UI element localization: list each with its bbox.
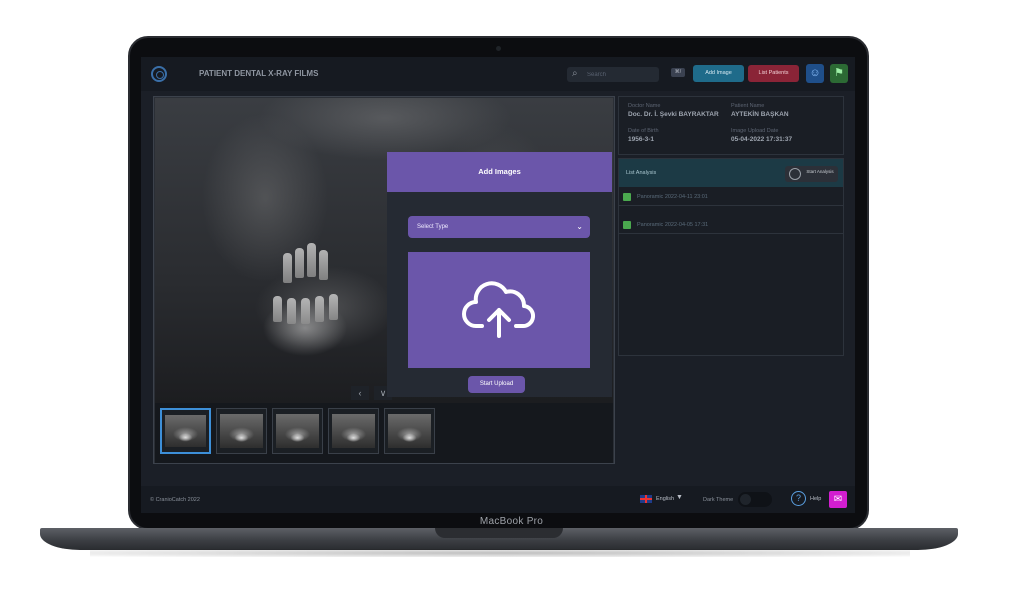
analysis-row-label: Panoramic 2022-04-11 23:01 <box>637 194 708 200</box>
analysis-row[interactable]: Panoramic 2022-04-11 23:01 <box>619 189 843 206</box>
language-selector[interactable]: English <box>656 496 674 502</box>
select-type-dropdown[interactable]: Select Type ⌄ <box>408 216 590 238</box>
analysis-title: List Analysis <box>626 170 657 176</box>
user-icon[interactable]: ☺ <box>806 64 824 83</box>
chevron-down-icon: ⌄ <box>576 222 583 231</box>
top-bar: PATIENT DENTAL X-RAY FILMS ⌕ ⌘/ Add Imag… <box>141 57 855 91</box>
thumbnail-image <box>332 414 375 448</box>
xray-tooth <box>319 250 328 280</box>
analysis-header: List Analysis Start Analysis <box>619 159 843 187</box>
footer: © CranioCatch 2022 English ▼ Dark Theme … <box>141 486 855 513</box>
upload-date-label: Image Upload Date <box>731 128 779 134</box>
status-ok-icon <box>623 193 631 201</box>
mail-icon[interactable]: ✉ <box>829 491 847 508</box>
dob-label: Date of Birth <box>628 128 659 134</box>
patient-name: AYTEKİN BAŞKAN <box>731 111 789 118</box>
thumbnail-image <box>220 414 263 448</box>
search-icon: ⌕ <box>572 68 578 79</box>
help-label[interactable]: Help <box>810 496 821 502</box>
language-chevron-icon[interactable]: ▼ <box>676 494 683 501</box>
start-analysis-button[interactable]: Start Analysis <box>785 166 838 182</box>
page-title: PATIENT DENTAL X-RAY FILMS <box>199 69 319 78</box>
search-input[interactable] <box>587 69 657 80</box>
thumbnail-image <box>388 414 431 448</box>
start-upload-label: Start Upload <box>479 381 514 387</box>
analysis-panel: List Analysis Start Analysis Panoramic 2… <box>618 158 844 356</box>
thumbnail[interactable] <box>216 408 267 454</box>
doctor-name-label: Doctor Name <box>628 103 661 109</box>
laptop-shadow <box>90 549 910 557</box>
upload-dropzone[interactable] <box>408 252 590 368</box>
thumbnail[interactable] <box>384 408 435 454</box>
previous-image-button[interactable]: ‹ <box>351 386 369 400</box>
xray-tooth <box>301 298 310 324</box>
analysis-row-label: Panoramic 2022-04-05 17:31 <box>637 222 709 228</box>
uk-flag-icon <box>640 495 652 503</box>
add-image-label: Add Image <box>705 70 732 76</box>
xray-tooth <box>283 253 292 283</box>
modal-title: Add Images <box>387 152 612 192</box>
xray-tooth <box>295 248 304 278</box>
bell-icon[interactable]: ⚑ <box>830 64 848 83</box>
device-brand: MacBook Pro <box>479 516 544 527</box>
dob-value: 1956-3-1 <box>628 136 655 143</box>
dark-theme-label: Dark Theme <box>703 497 734 503</box>
help-icon[interactable]: ? <box>791 491 806 506</box>
patient-name-label: Patient Name <box>731 103 765 109</box>
add-images-modal: Add Images Select Type ⌄ Start Upload <box>387 152 612 397</box>
thumbnail-image <box>276 414 319 448</box>
add-image-button[interactable]: Add Image <box>693 65 744 82</box>
thumbnail[interactable] <box>272 408 323 454</box>
status-ok-icon <box>623 221 631 229</box>
camera <box>496 46 501 51</box>
patient-info-panel: Doctor Name Doc. Dr. İ. Şevki BAYRAKTAR … <box>618 96 844 155</box>
app-screen: PATIENT DENTAL X-RAY FILMS ⌕ ⌘/ Add Imag… <box>141 57 855 513</box>
xray-tooth <box>273 296 282 322</box>
thumbnail[interactable] <box>328 408 379 454</box>
analysis-icon <box>789 168 801 180</box>
list-patients-button[interactable]: List Patients <box>748 65 799 82</box>
start-upload-button[interactable]: Start Upload <box>468 376 525 393</box>
analysis-row[interactable]: Panoramic 2022-04-05 17:31 <box>619 217 843 234</box>
start-analysis-label: Start Analysis <box>806 169 834 174</box>
toggle-knob <box>740 494 751 505</box>
laptop-notch <box>435 528 563 538</box>
doctor-name: Doc. Dr. İ. Şevki BAYRAKTAR <box>628 111 719 118</box>
thumbnail-strip <box>155 403 613 463</box>
thumbnail-image <box>165 415 206 447</box>
xray-tooth <box>307 243 316 277</box>
list-patients-label: List Patients <box>758 70 789 76</box>
xray-tooth <box>315 296 324 322</box>
upload-date-value: 05-04-2022 17:31:37 <box>731 136 793 143</box>
logo-icon[interactable] <box>151 66 167 82</box>
select-value: Select Type <box>417 224 449 230</box>
cloud-upload-icon <box>462 281 535 338</box>
xray-tooth <box>329 294 338 320</box>
shortcut-badge: ⌘/ <box>671 68 685 77</box>
copyright: © CranioCatch 2022 <box>150 497 200 503</box>
thumbnail[interactable] <box>160 408 211 454</box>
dark-theme-toggle[interactable] <box>738 492 772 507</box>
xray-tooth <box>287 298 296 324</box>
stage: MacBook Pro PATIENT DENTAL X-RAY FILMS ⌕… <box>0 0 1023 601</box>
